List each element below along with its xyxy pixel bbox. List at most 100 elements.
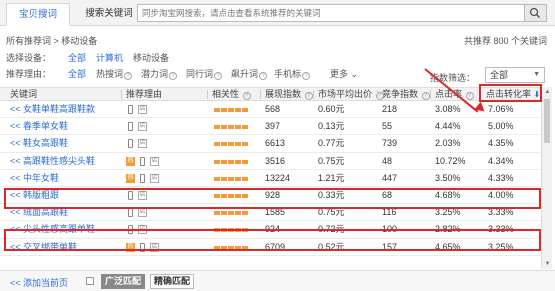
tao-icon: 店 — [138, 122, 147, 132]
col-divider — [121, 90, 122, 99]
phone-icon — [128, 208, 133, 218]
metric-filter-select[interactable]: 全部 ▼ — [485, 67, 545, 83]
chevron-down-icon: ▼ — [533, 71, 540, 78]
col-impressions-label: 展现指数 — [265, 89, 302, 99]
cvr-cell: 4.33% — [488, 172, 514, 183]
ctr-cell: 4.44% — [435, 121, 461, 132]
tao-icon: 店 — [138, 105, 147, 114]
cvr-cell: 7.06% — [488, 104, 514, 114]
keyword-cell[interactable]: << 高跟鞋性感尖头鞋 — [10, 153, 95, 170]
chevron-down-icon: ⌄ — [350, 69, 359, 79]
select-all-checkbox[interactable] — [86, 277, 94, 285]
tao-icon: 店 — [150, 173, 159, 183]
scroll-thumb[interactable] — [544, 99, 550, 143]
competition-cell: 218 — [382, 104, 398, 114]
col-divider — [430, 90, 431, 99]
help-icon[interactable]: ? — [124, 72, 133, 80]
breadcrumb[interactable]: 所有推荐词 > 移动设备 — [6, 34, 97, 47]
scrollbar[interactable]: ▲ ▼ — [541, 87, 552, 269]
help-icon[interactable]: ? — [242, 92, 251, 100]
avg-bid-cell: 1.21元 — [318, 172, 345, 183]
scroll-down-icon[interactable]: ▼ — [543, 260, 552, 268]
table-row[interactable]: << 高跟鞋性感尖头鞋 热 店 3516 0.75元 48 10.72% 4.34% — [0, 153, 541, 170]
table-row[interactable]: << 鞋女高跟鞋 店 6613 0.77元 739 2.03% 4.35% — [0, 135, 541, 153]
keyword-cell[interactable]: << 春季单女鞋 — [10, 118, 68, 135]
col-keyword[interactable]: 关键词 — [10, 88, 37, 100]
more-label: 更多 — [330, 69, 349, 79]
competition-cell: 447 — [382, 172, 398, 183]
keyword-cell[interactable]: << 中年女鞋 — [10, 170, 59, 187]
reason-option-rising[interactable]: 飙升词? — [231, 67, 268, 80]
col-divider — [207, 90, 208, 99]
reason-option-mobile-label: 手机标 — [274, 69, 302, 79]
avg-bid-cell: 0.13元 — [318, 121, 345, 132]
hot-icon: 热 — [126, 156, 135, 166]
scroll-up-icon[interactable]: ▲ — [543, 88, 552, 96]
reason-option-rising-label: 飙升词 — [231, 69, 259, 79]
relevance-bar — [214, 176, 248, 181]
col-reason[interactable]: 推荐理由 — [126, 88, 162, 100]
reason-option-hot-label: 热搜词 — [96, 69, 124, 79]
table-row[interactable]: << 春季单女鞋 店 397 0.13元 55 4.44% 5.00% — [0, 118, 541, 136]
relevance-bar — [214, 125, 248, 130]
help-icon[interactable]: ? — [259, 72, 268, 80]
add-current-page-link[interactable]: << 添加当前页 — [10, 276, 68, 289]
col-competition-label: 竞争指数 — [382, 89, 419, 99]
competition-cell: 55 — [382, 121, 393, 132]
table-row[interactable]: << 女鞋单鞋高跟鞋款 店 568 0.60元 218 3.08% 7.06% — [0, 101, 541, 119]
competition-cell: 739 — [382, 138, 398, 149]
help-icon[interactable]: ? — [304, 92, 313, 100]
reason-option-peer-label: 同行词 — [186, 69, 214, 79]
exact-match-button[interactable]: 精确匹配 — [150, 274, 194, 289]
col-competition[interactable]: 竞争指数 ? — [382, 88, 430, 100]
relevance-bar — [214, 159, 248, 164]
keyword-cell[interactable]: << 鞋女高跟鞋 — [10, 135, 68, 152]
competition-cell: 48 — [382, 155, 393, 166]
reason-option-potential[interactable]: 潜力词? — [141, 67, 178, 80]
col-avg-bid-label: 市场平均出价 — [318, 89, 373, 99]
help-icon[interactable]: ? — [465, 92, 474, 100]
reason-option-peer[interactable]: 同行词? — [186, 67, 223, 80]
tab-bar: 宝贝搜词 搜索关键词 同步淘宝网搜索，请点击查看系统推荐的关键词 — [0, 0, 555, 26]
impressions-cell: 6613 — [265, 138, 286, 149]
phone-icon — [128, 139, 133, 149]
search-input[interactable]: 同步淘宝网搜索，请点击查看系统推荐的关键词 — [137, 4, 525, 22]
col-avg-bid[interactable]: 市场平均出价 ? — [318, 88, 384, 100]
reason-option-hot[interactable]: 热搜词? — [96, 67, 133, 80]
highlight-box-row-7 — [4, 229, 541, 251]
search-button[interactable] — [525, 4, 547, 22]
col-relevance-label: 相关性 — [212, 89, 240, 99]
keyword-cell[interactable]: << 女鞋单鞋高跟鞋款 — [10, 101, 95, 118]
tab-search-keywords[interactable]: 搜索关键词 — [78, 3, 140, 26]
cvr-cell: 5.00% — [488, 121, 514, 132]
more-button[interactable]: 更多 ⌄ — [330, 67, 358, 80]
phone-icon — [140, 156, 145, 166]
device-filter-label: 选择设备： — [6, 53, 52, 63]
relevance-bar — [214, 211, 248, 216]
phone-icon — [128, 105, 133, 114]
breadcrumb-row: 所有推荐词 > 移动设备 共推荐 800 个关键词 — [6, 34, 551, 46]
tao-icon: 店 — [138, 139, 147, 149]
broad-match-button[interactable]: 广泛匹配 — [101, 274, 145, 289]
cvr-cell: 4.35% — [488, 138, 514, 149]
search-icon — [529, 7, 541, 19]
total-count: 共推荐 800 个关键词 — [463, 36, 547, 46]
help-icon[interactable]: ? — [169, 72, 178, 80]
ctr-cell: 3.08% — [435, 104, 461, 114]
col-impressions[interactable]: 展现指数 ? — [265, 88, 313, 100]
help-icon[interactable]: ? — [302, 72, 311, 80]
tab-baby-search[interactable]: 宝贝搜词 — [6, 3, 70, 26]
col-relevance[interactable]: 相关性 ? — [212, 88, 251, 100]
help-icon[interactable]: ? — [421, 92, 430, 100]
device-option-all[interactable]: 全部 — [68, 51, 86, 64]
reason-option-all[interactable]: 全部 — [68, 67, 86, 80]
table-row[interactable]: << 中年女鞋 热 店 13224 1.21元 447 3.50% 4.33% — [0, 170, 541, 187]
help-icon[interactable]: ? — [214, 72, 223, 80]
device-option-mobile[interactable]: 移动设备 — [133, 51, 169, 64]
highlight-box-row-5 — [4, 188, 541, 209]
relevance-bar — [214, 108, 248, 112]
reason-option-mobile[interactable]: 手机标? — [274, 67, 311, 80]
device-option-computer[interactable]: 计算机 — [96, 51, 123, 64]
cvr-cell: 4.34% — [488, 155, 514, 166]
tao-icon: 店 — [150, 156, 159, 166]
